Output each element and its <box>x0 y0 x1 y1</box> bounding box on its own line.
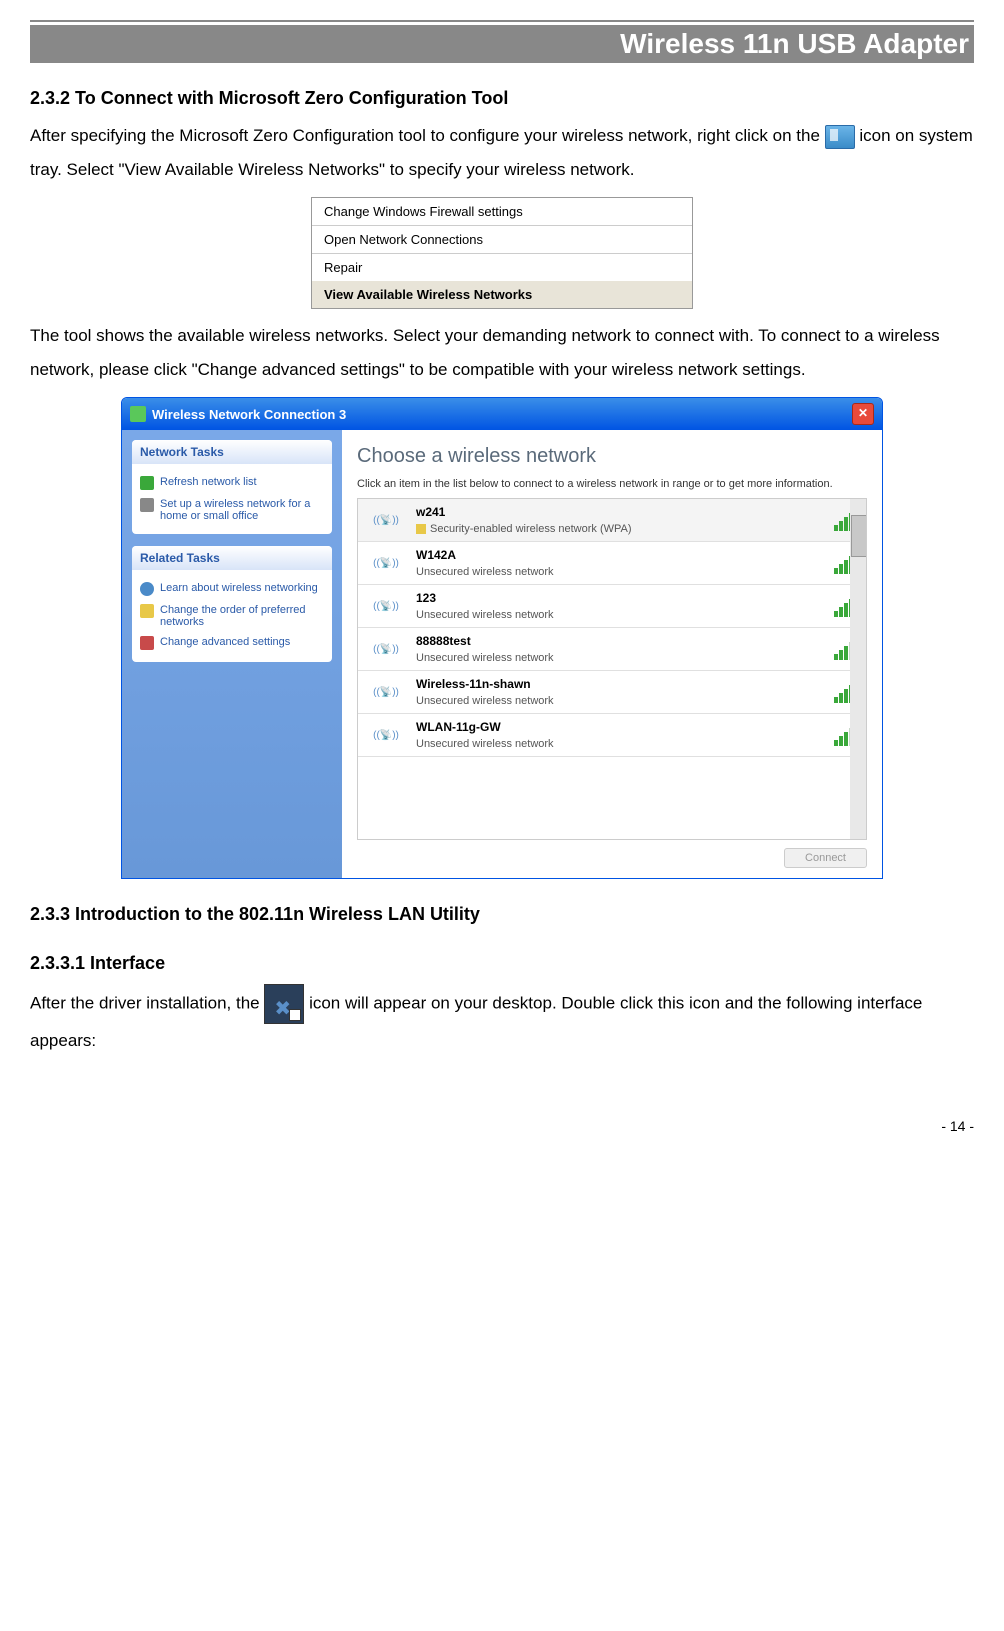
star-icon <box>140 604 154 618</box>
link-setup-label: Set up a wireless network for a home or … <box>160 498 324 522</box>
wifi-icon <box>366 677 406 707</box>
network-name: Wireless-11n-shawn <box>416 677 824 691</box>
network-info: w241 Security-enabled wireless network (… <box>416 505 824 535</box>
network-info: 123 Unsecured wireless network <box>416 591 824 621</box>
wifi-icon <box>366 505 406 535</box>
panel-related-tasks-header: Related Tasks <box>132 546 332 570</box>
network-item[interactable]: WLAN-11g-GW Unsecured wireless network <box>358 714 866 757</box>
header-rule <box>30 20 974 22</box>
close-icon[interactable]: ✕ <box>852 403 874 425</box>
network-name: w241 <box>416 505 824 519</box>
link-advanced-label: Change advanced settings <box>160 636 290 648</box>
section-2331-heading: 2.3.3.1 Interface <box>30 953 974 974</box>
wifi-icon <box>366 634 406 664</box>
menu-repair[interactable]: Repair <box>312 254 692 281</box>
network-desc: Unsecured wireless network <box>416 738 824 750</box>
scrollbar-thumb[interactable] <box>851 515 867 557</box>
link-setup-network[interactable]: Set up a wireless network for a home or … <box>140 494 324 526</box>
wifi-icon <box>366 591 406 621</box>
network-info: WLAN-11g-GW Unsecured wireless network <box>416 720 824 750</box>
choose-network-subtext: Click an item in the list below to conne… <box>357 478 867 490</box>
dialog-title-text: Wireless Network Connection 3 <box>152 407 346 422</box>
para1-text-a: After specifying the Microsoft Zero Conf… <box>30 126 825 145</box>
panel-related-tasks: Related Tasks Learn about wireless netwo… <box>132 546 332 662</box>
systray-context-menu: Change Windows Firewall settings Open Ne… <box>311 197 693 309</box>
link-change-advanced[interactable]: Change advanced settings <box>140 632 324 654</box>
wifi-icon <box>366 548 406 578</box>
link-refresh-label: Refresh network list <box>160 476 257 488</box>
titlebar-wireless-icon <box>130 406 146 422</box>
network-list[interactable]: w241 Security-enabled wireless network (… <box>357 498 867 840</box>
panel-related-tasks-content: Learn about wireless networking Change t… <box>132 570 332 662</box>
setup-icon <box>140 498 154 512</box>
advanced-icon <box>140 636 154 650</box>
link-refresh-network[interactable]: Refresh network list <box>140 472 324 494</box>
menu-firewall[interactable]: Change Windows Firewall settings <box>312 198 692 226</box>
network-desc: Unsecured wireless network <box>416 695 824 707</box>
network-desc: Security-enabled wireless network (WPA) <box>416 523 824 535</box>
network-info: W142A Unsecured wireless network <box>416 548 824 578</box>
page-number: - 14 - <box>30 1118 974 1134</box>
connect-button[interactable]: Connect <box>784 848 867 868</box>
link-learn-label: Learn about wireless networking <box>160 582 318 594</box>
dialog-footer: Connect <box>357 840 867 868</box>
link-change-order[interactable]: Change the order of preferred networks <box>140 600 324 632</box>
section-232-para1: After specifying the Microsoft Zero Conf… <box>30 119 974 187</box>
network-desc-text: Security-enabled wireless network (WPA) <box>430 523 632 535</box>
network-item[interactable]: w241 Security-enabled wireless network (… <box>358 499 866 542</box>
network-name: 123 <box>416 591 824 605</box>
panel-network-tasks-content: Refresh network list Set up a wireless n… <box>132 464 332 534</box>
network-desc: Unsecured wireless network <box>416 652 824 664</box>
section-2331-para: After the driver installation, the icon … <box>30 984 974 1058</box>
section-232-heading: 2.3.2 To Connect with Microsoft Zero Con… <box>30 88 974 109</box>
network-name: 88888test <box>416 634 824 648</box>
network-item[interactable]: W142A Unsecured wireless network <box>358 542 866 585</box>
refresh-icon <box>140 476 154 490</box>
section-233-heading: 2.3.3 Introduction to the 802.11n Wirele… <box>30 904 974 925</box>
section-232-para2: The tool shows the available wireless ne… <box>30 319 974 387</box>
dialog-titlebar: Wireless Network Connection 3 ✕ <box>122 398 882 430</box>
dialog-body: Network Tasks Refresh network list Set u… <box>122 430 882 878</box>
network-desc: Unsecured wireless network <box>416 566 824 578</box>
network-desc: Unsecured wireless network <box>416 609 824 621</box>
systray-wireless-icon <box>825 125 855 149</box>
menu-view-networks[interactable]: View Available Wireless Networks <box>312 281 692 308</box>
network-info: 88888test Unsecured wireless network <box>416 634 824 664</box>
panel-network-tasks-header: Network Tasks <box>132 440 332 464</box>
panel-network-tasks: Network Tasks Refresh network list Set u… <box>132 440 332 534</box>
lock-icon <box>416 524 426 534</box>
dialog-main-panel: Choose a wireless network Click an item … <box>342 430 882 878</box>
link-order-label: Change the order of preferred networks <box>160 604 324 628</box>
wifi-icon <box>366 720 406 750</box>
network-item[interactable]: 123 Unsecured wireless network <box>358 585 866 628</box>
choose-network-heading: Choose a wireless network <box>357 445 867 468</box>
doc-header-title: Wireless 11n USB Adapter <box>30 25 974 63</box>
network-item[interactable]: Wireless-11n-shawn Unsecured wireless ne… <box>358 671 866 714</box>
wlan-utility-icon <box>264 984 304 1024</box>
network-item[interactable]: 88888test Unsecured wireless network <box>358 628 866 671</box>
menu-open-connections[interactable]: Open Network Connections <box>312 226 692 254</box>
info-icon <box>140 582 154 596</box>
link-learn-wireless[interactable]: Learn about wireless networking <box>140 578 324 600</box>
wireless-dialog: Wireless Network Connection 3 ✕ Network … <box>121 397 883 879</box>
network-name: W142A <box>416 548 824 562</box>
network-name: WLAN-11g-GW <box>416 720 824 734</box>
dialog-sidebar: Network Tasks Refresh network list Set u… <box>122 430 342 878</box>
para2331-text-a: After the driver installation, the <box>30 993 264 1012</box>
network-info: Wireless-11n-shawn Unsecured wireless ne… <box>416 677 824 707</box>
scrollbar[interactable] <box>850 499 866 839</box>
